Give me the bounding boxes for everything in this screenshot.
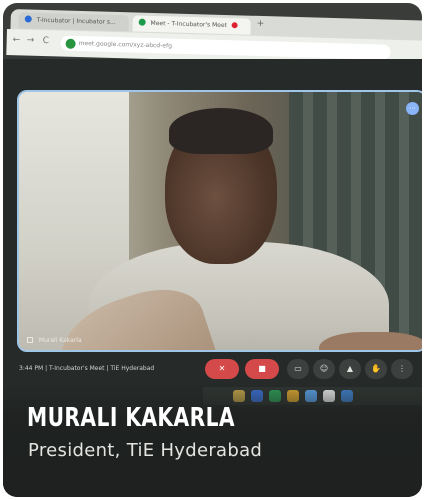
- participant-name: Murali Kakarla: [38, 337, 82, 344]
- tab-label: Meet - T-Incubator's Meet: [150, 19, 228, 30]
- speaker-name: MURALI KAKARLA: [27, 403, 236, 433]
- raise-hand-button[interactable]: ✋: [365, 359, 387, 379]
- back-icon[interactable]: ←: [13, 35, 21, 45]
- speaker-card: T-Incubator | Incubator s... Meet - T-In…: [3, 3, 422, 497]
- participant-hair: [169, 108, 273, 154]
- captions-button[interactable]: ▭: [287, 359, 309, 379]
- meet-logo-icon: [65, 38, 76, 49]
- present-button[interactable]: ▲: [339, 359, 361, 379]
- new-tab-button[interactable]: +: [257, 19, 265, 29]
- present-icon: ▲: [346, 364, 354, 373]
- tab-label: T-Incubator | Incubator s...: [36, 16, 116, 26]
- camera-toggle-button[interactable]: ■: [245, 359, 279, 379]
- emoji-button[interactable]: ☺: [313, 359, 335, 379]
- pin-icon: [27, 337, 33, 343]
- meeting-info: 3:44 PM | T-Incubator's Meet | TiE Hyder…: [19, 365, 155, 372]
- forward-icon[interactable]: →: [27, 36, 35, 46]
- camera-off-icon: ■: [258, 364, 266, 373]
- url-text: meet.google.com/xyz-abcd-efg: [78, 40, 173, 50]
- participant-arm-right: [319, 332, 422, 350]
- participant-name-label: Murali Kakarla: [27, 337, 82, 344]
- raise-hand-icon: ✋: [371, 364, 381, 373]
- tab-meet[interactable]: Meet - T-Incubator's Meet: [132, 15, 251, 35]
- recording-indicator-icon: [231, 22, 238, 29]
- mic-toggle-button[interactable]: ✕: [205, 359, 239, 379]
- emoji-icon: ☺: [319, 364, 329, 373]
- meet-favicon-icon: [138, 18, 146, 26]
- captions-icon: ▭: [294, 364, 302, 373]
- more-options-button[interactable]: ⋮: [391, 359, 413, 379]
- reload-icon[interactable]: C: [43, 36, 50, 46]
- mic-off-icon: ✕: [218, 364, 226, 373]
- tab-incubator[interactable]: T-Incubator | Incubator s...: [18, 12, 129, 32]
- tile-more-options-icon[interactable]: ⋯: [406, 102, 419, 115]
- more-vert-icon: ⋮: [398, 364, 406, 373]
- participant-video-tile[interactable]: ⋯ Murali Kakarla: [17, 90, 422, 352]
- url-field[interactable]: meet.google.com/xyz-abcd-efg: [60, 35, 391, 60]
- speaker-title: President, TiE Hyderabad: [28, 440, 263, 461]
- tab-favicon-icon: [24, 15, 32, 23]
- meet-control-bar: 3:44 PM | T-Incubator's Meet | TiE Hyder…: [19, 359, 422, 381]
